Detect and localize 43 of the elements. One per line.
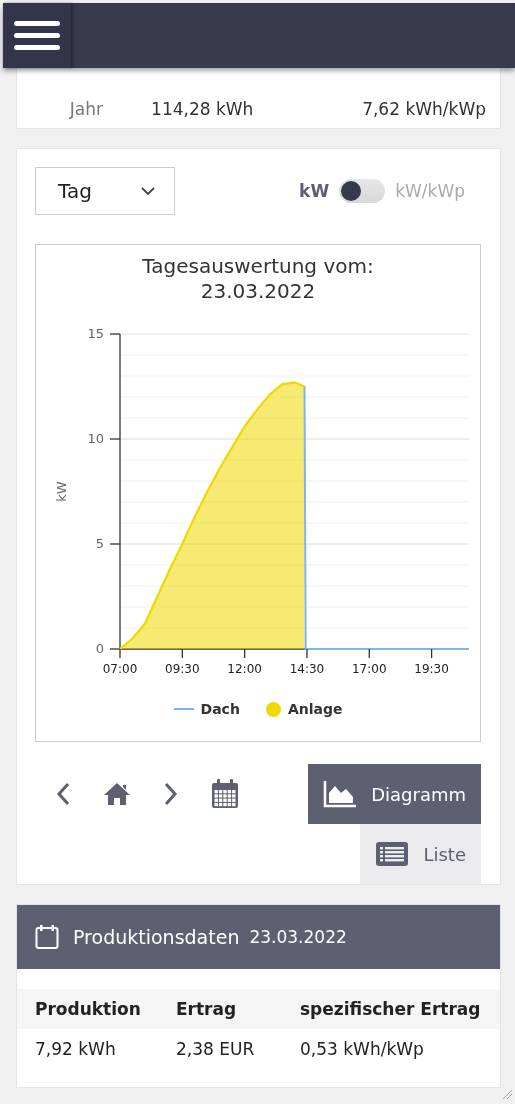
calendar-icon [35, 924, 59, 950]
y-tick-label: 15 [87, 326, 104, 341]
view-tab[interactable]: Liste [360, 824, 481, 884]
resize-grip-icon[interactable] [501, 1088, 513, 1100]
legend-label[interactable]: Dach [200, 701, 240, 717]
table-cell-text: 0,53 kWh/kWp [300, 1039, 425, 1059]
production-title: Produktionsdaten [73, 926, 240, 948]
chart-date: 23.03.2022 [200, 279, 316, 304]
menu-icon [14, 20, 60, 51]
period-label: Jahr [68, 99, 103, 119]
table-cell-text: 7,92 kWh [35, 1039, 117, 1059]
energy-value: 114,28 kWh [150, 99, 255, 119]
y-tick-label: 0 [95, 641, 104, 656]
y-tick-label: 5 [95, 536, 104, 551]
column-header: spezifischer Ertrag [300, 999, 482, 1019]
unit-label: kW [299, 181, 330, 201]
x-tick-label: 07:00 [102, 662, 138, 676]
unit-switch[interactable] [339, 179, 386, 203]
view-tab[interactable]: Diagramm [308, 764, 481, 824]
specific-value: 7,62 kWh/kWp [361, 99, 487, 119]
area-chart-icon [323, 780, 358, 808]
x-tick-label: 09:30 [165, 662, 200, 676]
table-cell-text: 2,38 EUR [176, 1039, 256, 1059]
home-icon[interactable] [103, 782, 131, 806]
x-tick-label: 17:00 [352, 662, 387, 676]
axis-title: kW [54, 481, 69, 502]
period-select[interactable]: Tag [35, 167, 175, 215]
list-icon [375, 841, 410, 867]
calendar-icon[interactable] [211, 779, 239, 809]
y-tick-label: 10 [87, 431, 104, 446]
column-header: Ertrag [176, 999, 238, 1019]
chevron-down-icon [140, 186, 156, 196]
x-tick-label: 19:30 [414, 662, 449, 676]
production-date: 23.03.2022 [249, 927, 347, 947]
menu-button[interactable] [3, 3, 71, 68]
next-icon[interactable] [163, 782, 179, 806]
legend-label[interactable]: Anlage [287, 701, 343, 717]
previous-icon[interactable] [55, 782, 71, 806]
column-header: Produktion [35, 999, 142, 1019]
x-tick-label: 12:00 [227, 662, 262, 676]
chart-title: Tagesauswertung vom: [142, 254, 374, 279]
unit-label: kW/kWp [395, 181, 465, 201]
x-tick-label: 14:30 [289, 662, 325, 676]
